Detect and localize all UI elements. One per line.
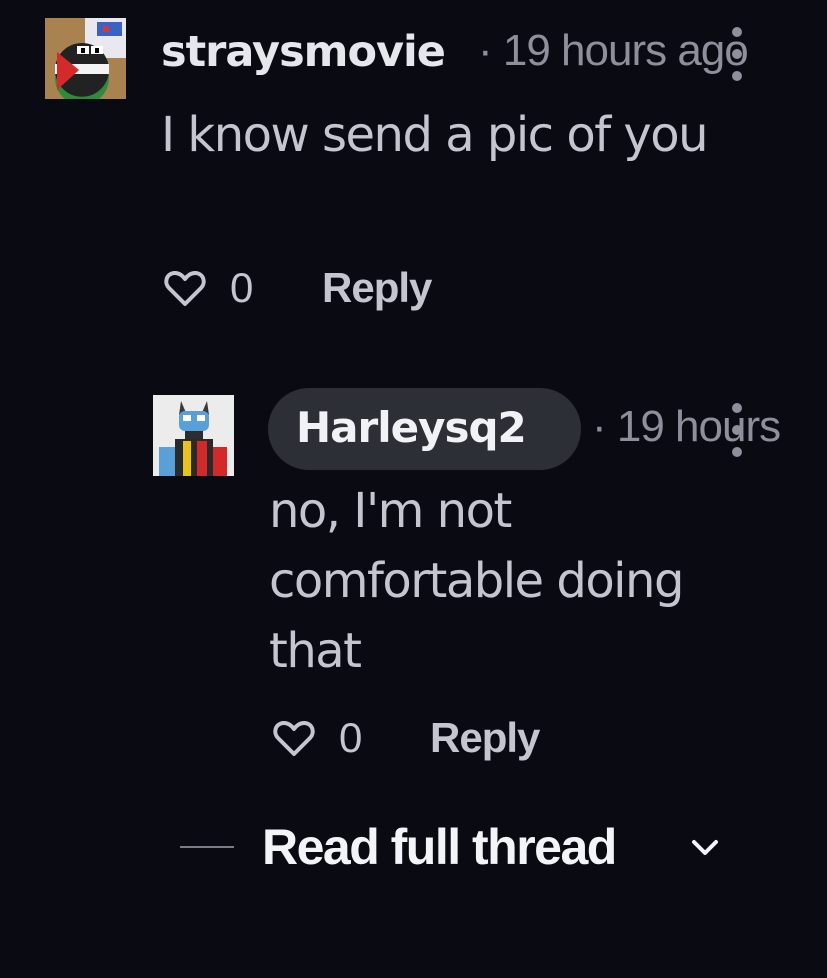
heart-icon[interactable]: [163, 268, 207, 310]
robot-character-avatar-icon: [153, 395, 234, 476]
user-avatar[interactable]: [45, 18, 126, 99]
user-avatar[interactable]: [153, 395, 234, 476]
comment-username[interactable]: straysmovie: [161, 26, 446, 78]
heart-icon[interactable]: [272, 718, 316, 760]
more-options-icon[interactable]: [727, 402, 747, 458]
comment-body: no, I'm not comfortable doing that: [269, 483, 684, 679]
like-count: 0: [230, 264, 254, 311]
comment-body: I know send a pic of you: [161, 107, 709, 163]
like-count: 0: [339, 714, 363, 761]
reply-button[interactable]: Reply: [322, 262, 432, 314]
thread-connector-line: [180, 846, 234, 848]
reply-button[interactable]: Reply: [430, 712, 540, 764]
comment-username[interactable]: Harleysq2: [296, 402, 527, 454]
read-full-thread-link[interactable]: Read full thread: [262, 818, 617, 876]
more-options-icon[interactable]: [727, 26, 747, 82]
comment-timestamp: · 19 hours: [592, 402, 781, 451]
comment-timestamp: · 19 hours ago: [478, 26, 749, 75]
countryball-flag-avatar-icon: [45, 18, 126, 99]
chevron-down-icon[interactable]: [690, 836, 720, 858]
